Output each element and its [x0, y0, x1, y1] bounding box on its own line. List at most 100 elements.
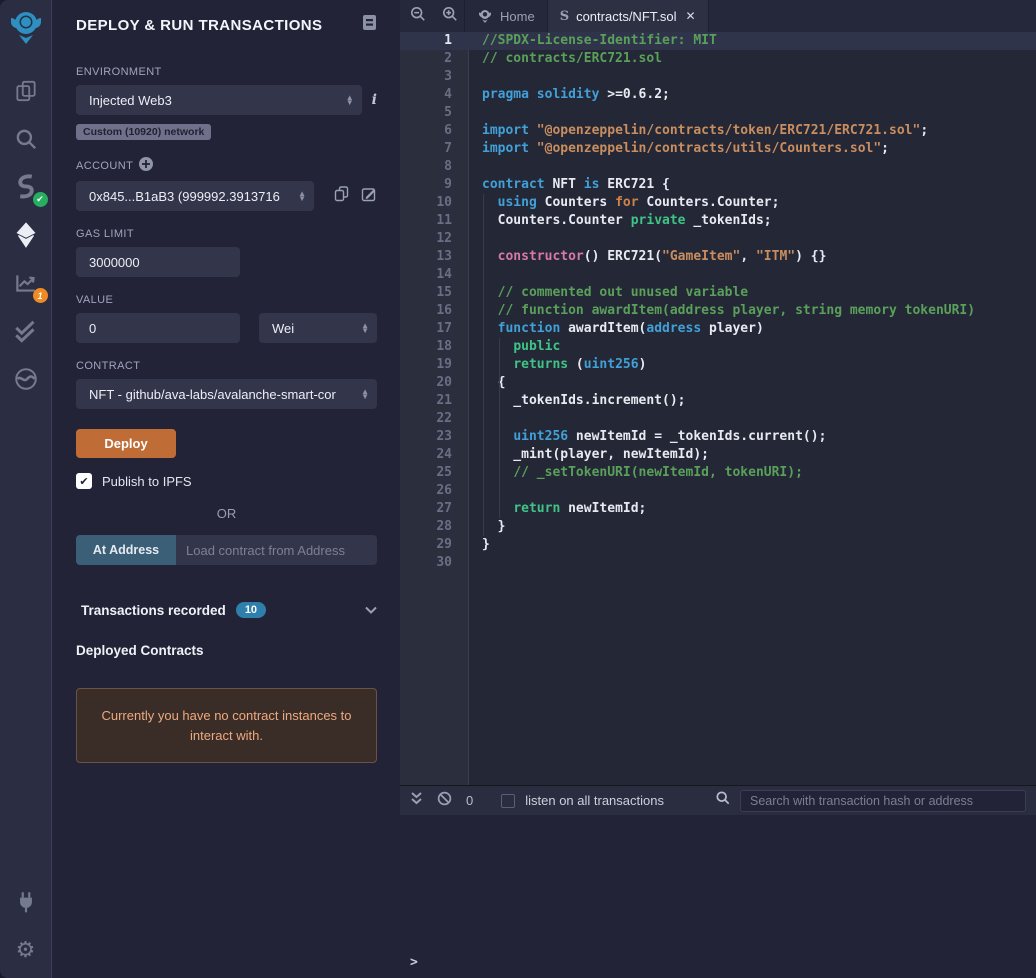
debugger-icon[interactable]	[8, 361, 44, 397]
chevron-down-icon	[365, 601, 377, 619]
code-line[interactable]: 25 // _setTokenURI(newItemId, tokenURI);	[400, 464, 1036, 482]
tab-bar: Home S contracts/NFT.sol ✕	[400, 0, 1036, 32]
settings-icon[interactable]: ⚙	[8, 932, 44, 968]
code-line[interactable]: 30	[400, 554, 1036, 572]
transactions-recorded-label: Transactions recorded	[81, 603, 226, 618]
value-unit: Wei	[272, 321, 357, 336]
code-line[interactable]: 12	[400, 230, 1036, 248]
remix-home-icon	[477, 8, 493, 24]
publish-ipfs-checkbox[interactable]: ✔	[76, 473, 92, 489]
tab-contracts-nft-sol[interactable]: S contracts/NFT.sol ✕	[548, 0, 709, 32]
value-amount: 0	[89, 321, 96, 336]
solidity-file-icon: S	[560, 9, 569, 24]
main-area: Home S contracts/NFT.sol ✕ 1//SPDX-Licen…	[400, 0, 1036, 978]
contract-section: CONTRACT NFT - github/ava-labs/avalanche…	[76, 360, 377, 409]
code-line[interactable]: 7import "@openzeppelin/contracts/utils/C…	[400, 140, 1036, 158]
listen-transactions-label: listen on all transactions	[525, 793, 664, 808]
code-line[interactable]: 15 // commented out unused variable	[400, 284, 1036, 302]
terminal-search-icon	[716, 791, 730, 810]
code-line[interactable]: 2// contracts/ERC721.sol	[400, 50, 1036, 68]
account-select[interactable]: 0x845...B1aB3 (999992.3913716 ▲▼	[76, 181, 314, 211]
code-line[interactable]: 13 constructor() ERC721("GameItem", "ITM…	[400, 248, 1036, 266]
code-line[interactable]: 23 uint256 newItemId = _tokenIds.current…	[400, 428, 1036, 446]
at-address-button[interactable]: At Address	[76, 535, 176, 565]
terminal-expand-icon[interactable]	[410, 791, 423, 810]
code-line[interactable]: 16 // function awardItem(address player,…	[400, 302, 1036, 320]
sign-message-icon[interactable]	[361, 186, 377, 207]
contract-select[interactable]: NFT - github/ava-labs/avalanche-smart-co…	[76, 379, 377, 409]
clear-console-icon[interactable]	[437, 791, 452, 811]
listen-transactions-checkbox[interactable]	[501, 794, 515, 808]
file-explorer-icon[interactable]	[8, 73, 44, 109]
code-line[interactable]: 28 }	[400, 518, 1036, 536]
account-label: ACCOUNT	[76, 160, 133, 172]
deploy-button[interactable]: Deploy	[76, 429, 176, 458]
code-line[interactable]: 27 return newItemId;	[400, 500, 1036, 518]
environment-info-icon[interactable]: i	[372, 92, 377, 108]
code-lines: 1//SPDX-License-Identifier: MIT2// contr…	[400, 32, 1036, 572]
solidity-compiler-icon[interactable]: ✔	[8, 169, 44, 205]
code-line[interactable]: 24 _mint(player, newItemId);	[400, 446, 1036, 464]
transactions-recorded-toggle[interactable]: Transactions recorded 10	[76, 601, 377, 619]
value-unit-select[interactable]: Wei ▲▼	[259, 313, 377, 343]
at-address-input[interactable]	[176, 535, 377, 565]
gas-limit-input[interactable]: 3000000	[76, 247, 240, 277]
terminal-output[interactable]: >	[400, 815, 1036, 978]
code-line[interactable]: 20 {	[400, 374, 1036, 392]
pending-transactions-count: 0	[466, 793, 473, 808]
tab-active-label: contracts/NFT.sol	[576, 9, 676, 24]
search-icon[interactable]	[8, 121, 44, 157]
tab-home[interactable]: Home	[464, 0, 548, 32]
gas-limit-section: GAS LIMIT 3000000	[76, 228, 377, 277]
select-caret-icon: ▲▼	[298, 191, 306, 201]
code-line[interactable]: 11 Counters.Counter private _tokenIds;	[400, 212, 1036, 230]
code-line[interactable]: 6import "@openzeppelin/contracts/token/E…	[400, 122, 1036, 140]
remix-logo-icon[interactable]	[6, 6, 46, 53]
code-line[interactable]: 3	[400, 68, 1036, 86]
indent-guide	[483, 194, 484, 536]
unit-testing-icon[interactable]	[8, 313, 44, 349]
plugin-manager-icon[interactable]	[8, 884, 44, 920]
value-input[interactable]: 0	[76, 313, 240, 343]
select-caret-icon: ▲▼	[361, 389, 369, 399]
code-line[interactable]: 22	[400, 410, 1036, 428]
code-line[interactable]: 10 using Counters for Counters.Counter;	[400, 194, 1036, 212]
code-line[interactable]: 4pragma solidity >=0.6.2;	[400, 86, 1036, 104]
select-caret-icon: ▲▼	[361, 323, 369, 333]
zoom-in-icon[interactable]	[442, 6, 458, 27]
environment-label: ENVIRONMENT	[76, 66, 377, 78]
analytics-icon[interactable]: 1	[8, 265, 44, 301]
or-separator: OR	[76, 506, 377, 521]
account-value: 0x845...B1aB3 (999992.3913716	[89, 189, 294, 204]
code-line[interactable]: 5	[400, 104, 1036, 122]
copy-account-icon[interactable]	[334, 186, 349, 207]
documentation-icon[interactable]	[362, 14, 377, 36]
code-line[interactable]: 29}	[400, 536, 1036, 554]
publish-ipfs-label: Publish to IPFS	[102, 474, 192, 489]
code-line[interactable]: 1//SPDX-License-Identifier: MIT	[400, 32, 1036, 50]
icon-sidebar: ✔ 1 ⚙	[0, 0, 52, 978]
tab-home-label: Home	[500, 9, 535, 24]
code-line[interactable]: 17 function awardItem(address player)	[400, 320, 1036, 338]
environment-select[interactable]: Injected Web3 ▲▼	[76, 85, 362, 115]
code-line[interactable]: 8	[400, 158, 1036, 176]
transactions-count-badge: 10	[236, 602, 266, 618]
code-editor[interactable]: 1//SPDX-License-Identifier: MIT2// contr…	[400, 32, 1036, 785]
environment-value: Injected Web3	[89, 93, 342, 108]
code-line[interactable]: 21 _tokenIds.increment();	[400, 392, 1036, 410]
add-account-icon[interactable]	[139, 157, 153, 174]
code-line[interactable]: 26	[400, 482, 1036, 500]
value-label: VALUE	[76, 294, 377, 306]
no-instances-alert: Currently you have no contract instances…	[76, 688, 377, 763]
zoom-out-icon[interactable]	[410, 6, 426, 27]
code-line[interactable]: 9contract NFT is ERC721 {	[400, 176, 1036, 194]
deploy-run-icon[interactable]	[8, 217, 44, 253]
tab-close-icon[interactable]: ✕	[686, 9, 696, 23]
code-line[interactable]: 19 returns (uint256)	[400, 356, 1036, 374]
select-caret-icon: ▲▼	[346, 95, 354, 105]
environment-section: ENVIRONMENT Injected Web3 ▲▼ i Custom (1…	[76, 66, 377, 140]
code-line[interactable]: 18 public	[400, 338, 1036, 356]
code-line[interactable]: 14	[400, 266, 1036, 284]
deploy-run-panel: DEPLOY & RUN TRANSACTIONS ENVIRONMENT In…	[52, 0, 400, 978]
terminal-search-input[interactable]	[740, 790, 1026, 812]
